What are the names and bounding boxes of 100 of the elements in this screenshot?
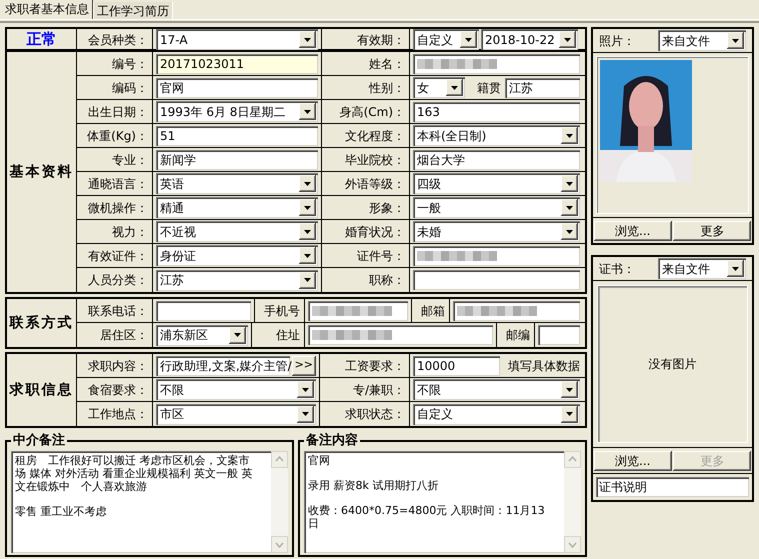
field-label: 会员种类： (88, 32, 148, 48)
caret-down-icon (566, 134, 573, 138)
notes-text[interactable]: 租房 工作很好可以搬迁 考虑市区机会，文案市场 媒体 对外活动 看重企业规模福利 英文一般 英文在锻炼中 个人喜欢旅游 (15, 454, 258, 492)
field-label: 食宿要求： (88, 382, 148, 398)
field-label: 专业： (112, 152, 148, 168)
dropdown[interactable]: 身份证 (156, 245, 318, 266)
field-label: 微机操作： (88, 200, 148, 216)
field-label: 照片： (599, 32, 636, 50)
scrollbar[interactable] (271, 450, 288, 553)
dropdown[interactable]: 本科(全日制) (413, 125, 580, 146)
dropdown-button[interactable] (446, 79, 463, 96)
dropdown[interactable]: 来自文件 (658, 30, 746, 51)
notes-text[interactable]: 收费：6400*0.75=4800元 入职时间：11月13日 (308, 504, 551, 530)
input-field[interactable] (453, 300, 580, 320)
notes-text[interactable]: 零售 重工业不考虑 (15, 504, 258, 518)
notes-text[interactable]: 官网 (308, 454, 551, 466)
hint-text: 填写具体数据 (508, 358, 580, 374)
caret-down-icon (302, 412, 309, 416)
dropdown[interactable]: 来自文件 (658, 258, 746, 279)
tab[interactable]: 工作学习简历 (93, 2, 173, 19)
dropdown-button[interactable] (460, 31, 477, 48)
dropdown[interactable]: 1993年 6月 8日星期二 (156, 101, 318, 122)
browse-button[interactable]: 浏览... (594, 220, 672, 240)
dropdown-button[interactable] (299, 247, 316, 264)
field-label: 职称： (369, 272, 405, 289)
dropdown[interactable]: 自定义 (413, 29, 479, 50)
tab[interactable]: 求职者基本信息 (2, 0, 93, 19)
caret-down-icon (304, 206, 311, 210)
dropdown-button[interactable] (299, 199, 316, 216)
dropdown[interactable]: 自定义 (413, 404, 580, 424)
caret-down-icon (304, 278, 311, 282)
input-field[interactable] (413, 270, 580, 290)
input-field[interactable]: 行政助理,文案,媒介主管/ (156, 356, 290, 376)
dropdown-button[interactable] (297, 381, 314, 398)
dropdown[interactable]: 女 (413, 77, 465, 98)
input-field[interactable] (413, 54, 580, 74)
field-label: 人员分类： (88, 272, 148, 289)
dropdown-button[interactable] (561, 127, 578, 144)
input-field[interactable] (308, 325, 493, 345)
dropdown-button[interactable] (727, 260, 744, 277)
scrollbar[interactable] (564, 450, 581, 553)
panel-title: 备注内容 (304, 432, 359, 450)
dropdown[interactable]: 英语 (156, 173, 318, 194)
caption-field[interactable]: 证书说明 (596, 477, 749, 497)
input-field[interactable] (413, 246, 580, 266)
dropdown-button[interactable] (299, 31, 316, 48)
dropdown-button[interactable] (299, 103, 316, 120)
dropdown-button[interactable] (561, 223, 578, 240)
dropdown-button[interactable] (299, 272, 316, 288)
input-field[interactable] (308, 300, 408, 320)
field-label: 住址 (276, 327, 300, 344)
dropdown[interactable]: 四级 (413, 173, 580, 194)
input-field[interactable]: 新闻学 (156, 150, 318, 170)
field-label: 工作地点： (88, 406, 148, 423)
field-label: 籍贯 (477, 80, 501, 96)
dropdown-button[interactable] (561, 175, 578, 192)
field-label: 编码： (112, 80, 148, 96)
browse-button[interactable]: 浏览... (594, 450, 672, 470)
field-label: 求职状态： (345, 406, 405, 423)
caret-down-icon (566, 412, 573, 416)
input-field[interactable]: 163 (413, 102, 580, 122)
dropdown[interactable]: 不限 (156, 379, 316, 400)
input-field[interactable]: 10000 (413, 356, 500, 376)
dropdown-button[interactable] (297, 406, 314, 422)
browse-button[interactable]: 更多 (673, 220, 752, 240)
dropdown[interactable]: 一般 (413, 197, 580, 218)
field-label: 文化程度： (345, 128, 405, 144)
caret-down-icon (304, 254, 311, 258)
input-field[interactable]: 20171023011 (156, 54, 318, 74)
dropdown[interactable]: 未婚 (413, 221, 580, 242)
caret-down-icon (451, 86, 458, 90)
dropdown-button[interactable] (299, 223, 316, 240)
field-label: 手机号 (264, 302, 300, 320)
more-button[interactable]: >> (292, 356, 316, 376)
field-label: 联系电话： (88, 302, 148, 320)
dropdown[interactable]: 精通 (156, 197, 318, 218)
dropdown-button[interactable] (561, 381, 578, 398)
input-field[interactable]: 官网 (156, 78, 318, 98)
input-field[interactable]: 51 (156, 126, 318, 146)
dropdown-button[interactable] (727, 32, 744, 49)
dropdown[interactable]: 市区 (156, 404, 316, 424)
dropdown[interactable]: 17-A (156, 29, 318, 50)
input-field[interactable]: 江苏 (505, 78, 580, 98)
dropdown[interactable]: 不近视 (156, 221, 318, 242)
dropdown[interactable]: 江苏 (156, 270, 318, 290)
input-field[interactable]: 烟台大学 (413, 150, 580, 170)
caret-down-icon (302, 388, 309, 392)
dropdown[interactable]: 2018-10-22 (481, 29, 578, 50)
dropdown-button[interactable] (229, 326, 246, 344)
input-field[interactable] (156, 300, 251, 320)
dropdown[interactable]: 不限 (413, 379, 580, 400)
scroll-down-icon (564, 536, 581, 553)
dropdown-button[interactable] (559, 31, 576, 48)
dropdown-button[interactable] (561, 406, 578, 422)
notes-text[interactable]: 录用 薪资8k 试用期打八折 (308, 478, 551, 492)
dropdown[interactable]: 浦东新区 (156, 324, 248, 346)
scroll-up-icon (271, 450, 288, 468)
input-field[interactable] (538, 325, 580, 345)
dropdown-button[interactable] (561, 199, 578, 216)
dropdown-button[interactable] (299, 175, 316, 192)
